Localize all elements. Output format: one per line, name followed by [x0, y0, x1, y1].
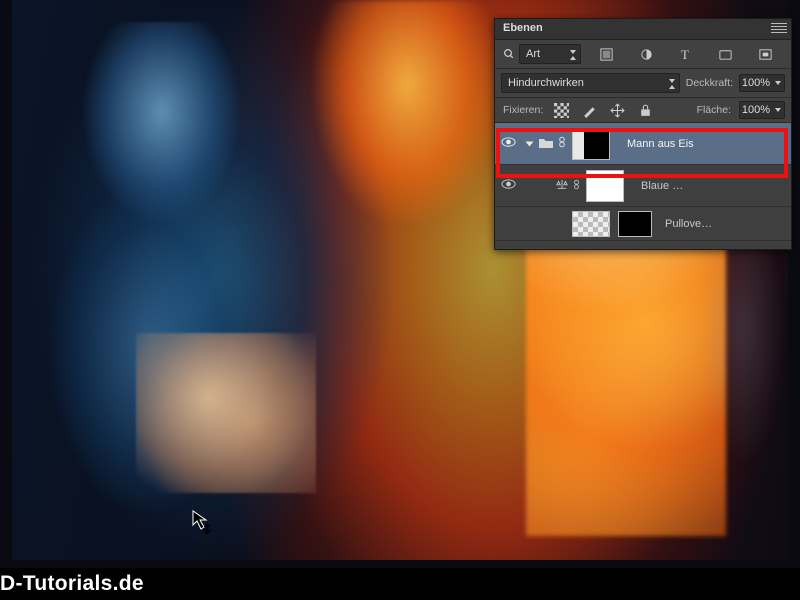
filter-smartobject-icon[interactable] — [755, 45, 775, 63]
layer-thumbnail[interactable] — [572, 211, 610, 237]
lock-row: Fixieren: Fläche: 100% — [495, 98, 791, 123]
lock-position-icon[interactable] — [607, 101, 627, 119]
layer-row[interactable]: Blaue … — [495, 165, 791, 207]
filter-kind-value: Art — [526, 48, 540, 60]
visibility-eye-icon[interactable] — [501, 136, 516, 151]
visibility-eye-icon[interactable] — [501, 178, 516, 193]
layer-mask-thumbnail[interactable] — [572, 128, 610, 160]
filter-kind-select[interactable]: Art — [519, 44, 581, 64]
layers-panel: Ebenen Art T Hindurchwirken Deckkraft: 1… — [494, 18, 792, 250]
filter-row: Art T — [495, 40, 791, 69]
footer-text: D-Tutorials.de — [0, 572, 144, 596]
lock-all-icon[interactable] — [635, 101, 655, 119]
layer-name[interactable]: Blaue … — [627, 180, 791, 192]
opacity-input[interactable]: 100% — [739, 74, 785, 92]
fill-label: Fläche: — [697, 104, 731, 116]
layer-mask-thumbnail[interactable] — [618, 211, 652, 237]
link-icon — [572, 179, 581, 193]
svg-text:T: T — [681, 47, 689, 62]
folder-icon — [538, 136, 554, 152]
layer-mask-thumbnail[interactable] — [586, 170, 624, 202]
lock-transparency-icon[interactable] — [551, 101, 571, 119]
panel-menu-icon[interactable] — [771, 23, 787, 33]
lock-label: Fixieren: — [503, 104, 543, 116]
blend-mode-select[interactable]: Hindurchwirken — [501, 73, 680, 93]
fill-input[interactable]: 100% — [739, 101, 785, 119]
filter-adjustment-icon[interactable] — [636, 45, 656, 63]
layer-row[interactable]: Mann aus Eis — [495, 123, 791, 165]
panel-title: Ebenen — [503, 22, 543, 34]
layer-list: Mann aus Eis Blaue … Pullove… — [495, 123, 791, 249]
opacity-label: Deckkraft: — [686, 77, 733, 89]
blend-row: Hindurchwirken Deckkraft: 100% — [495, 69, 791, 98]
opacity-value: 100% — [742, 77, 770, 89]
layer-name[interactable]: Mann aus Eis — [613, 138, 791, 150]
fill-value: 100% — [742, 104, 770, 116]
filter-kind-icon — [503, 48, 513, 61]
disclosure-triangle-icon[interactable] — [525, 141, 533, 146]
blend-mode-value: Hindurchwirken — [508, 77, 584, 89]
filter-shape-icon[interactable] — [716, 45, 736, 63]
layer-row[interactable]: Pullove… — [495, 207, 791, 241]
filter-type-icon[interactable]: T — [676, 45, 696, 63]
footer-watermark: D-Tutorials.de — [0, 568, 800, 600]
layer-name[interactable]: Pullove… — [657, 218, 791, 230]
panel-header[interactable]: Ebenen — [495, 19, 791, 40]
filter-pixel-icon[interactable] — [597, 45, 617, 63]
lock-pixels-icon[interactable] — [579, 101, 599, 119]
adjustment-icon — [555, 178, 569, 193]
link-icon — [557, 136, 567, 151]
